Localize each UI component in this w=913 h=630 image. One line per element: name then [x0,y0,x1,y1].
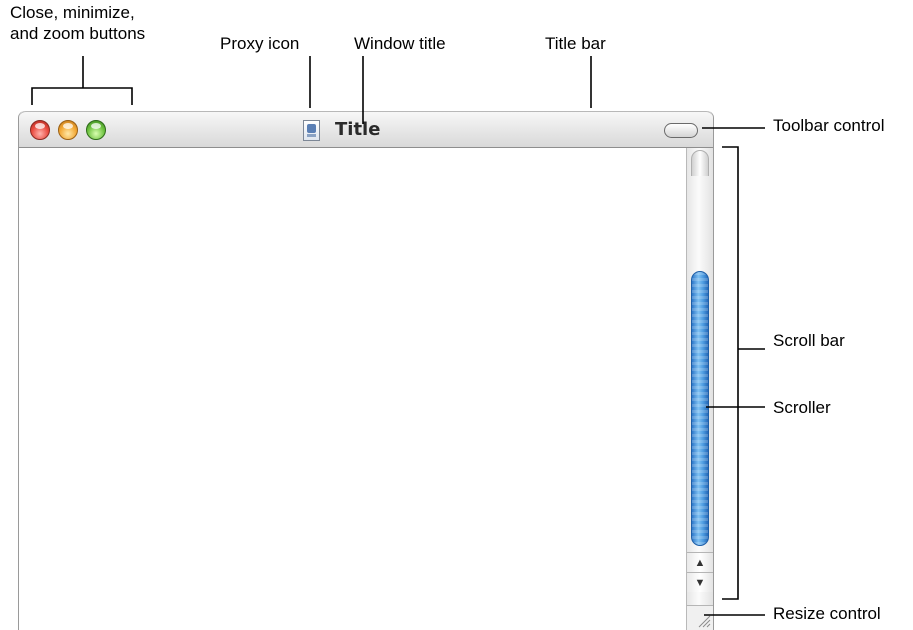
callout-scroll-bar: Scroll bar [773,331,845,350]
callout-title-bar: Title bar [545,34,606,53]
window-content [19,148,686,630]
resize-grip-icon [698,615,711,628]
close-button[interactable] [30,120,50,140]
window: Title ▲ ▼ [18,111,714,630]
zoom-button[interactable] [86,120,106,140]
leader-buttons [31,56,133,105]
callout-buttons: Close, minimize, and zoom buttons [10,2,145,44]
scroll-track-top [691,150,709,176]
scroller[interactable] [691,271,709,546]
callout-scroller: Scroller [773,398,831,417]
resize-control[interactable] [686,605,713,630]
callout-toolbar-control: Toolbar control [773,116,885,135]
callout-window-title: Window title [354,34,446,53]
callout-proxy-icon: Proxy icon [220,34,300,53]
scroll-bar[interactable]: ▲ ▼ [686,148,713,630]
leader-scroll-bar [722,146,765,600]
scroll-down-arrow[interactable]: ▼ [687,572,713,592]
scroll-up-arrow[interactable]: ▲ [687,552,713,572]
callout-buttons-line1: Close, minimize, [10,3,135,22]
document-proxy-icon[interactable] [303,120,320,141]
toolbar-control[interactable] [664,123,698,138]
window-title: Title [335,119,381,140]
callout-buttons-line2: and zoom buttons [10,24,146,43]
title-bar[interactable]: Title [19,111,713,148]
minimize-button[interactable] [58,120,78,140]
callout-resize-control: Resize control [773,604,881,623]
